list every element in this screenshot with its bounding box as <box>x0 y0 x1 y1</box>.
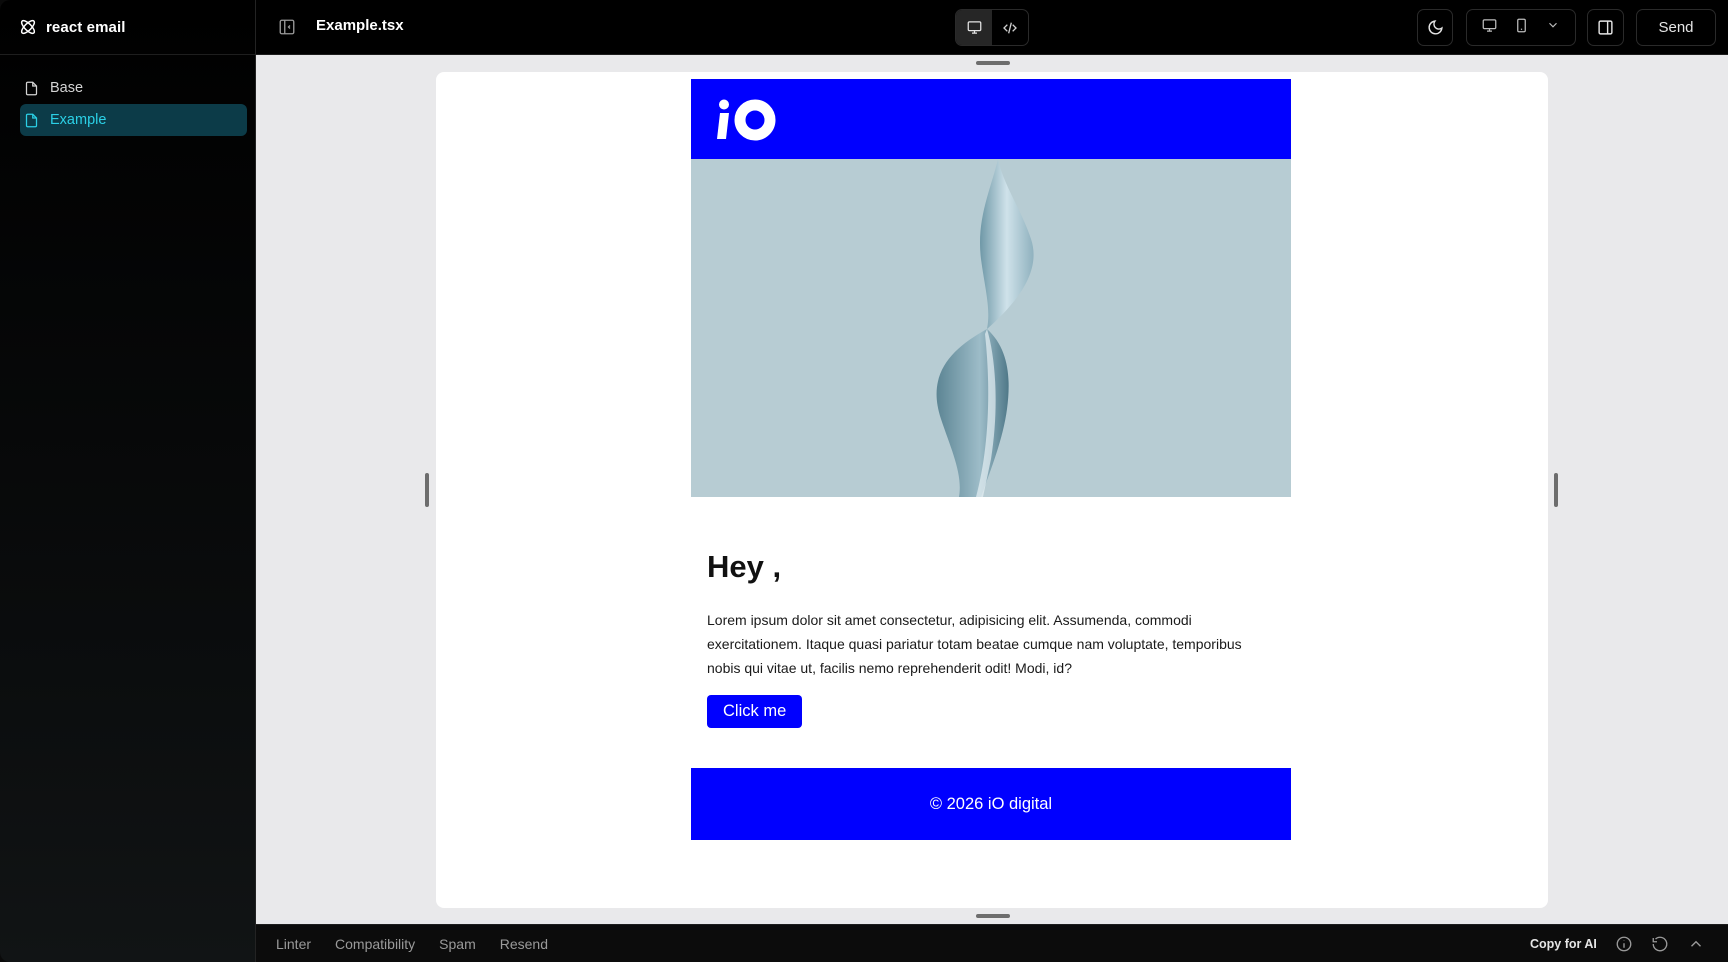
chevron-down-icon <box>1549 22 1558 28</box>
email-header <box>691 79 1291 159</box>
chevron-up-icon[interactable] <box>1687 935 1705 953</box>
preview-mode-button[interactable] <box>956 10 992 45</box>
email-body: Hey , Lorem ipsum dolor sit amet consect… <box>691 79 1291 840</box>
file-icon <box>25 113 38 127</box>
send-button[interactable]: Send <box>1636 9 1716 46</box>
click-me-button[interactable]: Click me <box>707 695 803 728</box>
mobile-view-button[interactable] <box>1514 18 1529 38</box>
toggle-panel-button[interactable] <box>1587 9 1624 46</box>
body-paragraph: Lorem ipsum dolor sit amet consectetur, … <box>707 612 1242 676</box>
sidebar-item-base[interactable]: Base <box>20 72 247 104</box>
code-mode-button[interactable] <box>992 10 1028 45</box>
monitor-icon <box>967 21 981 34</box>
device-selector <box>1466 9 1576 46</box>
file-icon <box>25 81 38 95</box>
greeting-heading: Hey , <box>707 549 782 584</box>
code-icon <box>1003 22 1017 33</box>
email-preview-frame: Hey , Lorem ipsum dolor sit amet consect… <box>436 72 1548 908</box>
abstract-sculpture-image <box>936 159 1034 497</box>
sidebar: react email Base Example <box>0 0 256 962</box>
email-footer: © 2026 iO digital <box>691 768 1291 840</box>
bottom-toolbar: Linter Compatibility Spam Resend Copy fo… <box>256 924 1728 962</box>
preview-canvas: Hey , Lorem ipsum dolor sit amet consect… <box>256 55 1728 924</box>
moon-icon <box>1428 20 1443 35</box>
copy-for-ai-button[interactable]: Copy for AI <box>1530 937 1597 951</box>
resize-handle-bottom[interactable] <box>976 914 1010 918</box>
monitor-icon <box>1482 18 1497 32</box>
brand-name: react email <box>46 18 126 36</box>
collapse-sidebar-button[interactable] <box>276 16 298 38</box>
tab-resend[interactable]: Resend <box>500 936 548 952</box>
view-mode-toggle <box>955 9 1029 46</box>
info-icon[interactable] <box>1615 935 1633 953</box>
topbar: Example.tsx Send <box>256 0 1728 55</box>
sidebar-item-label: Base <box>50 80 84 96</box>
template-list: Base Example <box>0 55 255 136</box>
sidebar-item-example[interactable]: Example <box>20 104 247 136</box>
sidebar-item-label: Example <box>50 112 107 128</box>
sidebar-collapse-icon <box>279 19 295 35</box>
resize-handle-left[interactable] <box>425 473 429 507</box>
tab-spam[interactable]: Spam <box>439 936 476 952</box>
email-content: Hey , Lorem ipsum dolor sit amet consect… <box>691 497 1291 728</box>
theme-toggle-button[interactable] <box>1417 9 1453 46</box>
react-email-logo-icon <box>20 19 36 35</box>
tab-linter[interactable]: Linter <box>276 936 311 952</box>
tab-compatibility[interactable]: Compatibility <box>335 936 415 952</box>
device-dropdown-button[interactable] <box>1546 18 1560 37</box>
file-title: Example.tsx <box>316 17 404 34</box>
refresh-icon[interactable] <box>1651 935 1669 953</box>
io-logo <box>717 99 776 141</box>
desktop-view-button[interactable] <box>1482 18 1497 38</box>
brand[interactable]: react email <box>0 0 255 55</box>
app-window: react email Base Example Example.tsx Sen… <box>0 0 1728 962</box>
smartphone-icon <box>1517 18 1526 32</box>
hero-image <box>691 159 1291 497</box>
bottom-tabs: Linter Compatibility Spam Resend <box>276 936 548 952</box>
panel-right-icon <box>1598 20 1613 35</box>
resize-handle-right[interactable] <box>1554 473 1558 507</box>
resize-handle-top[interactable] <box>976 61 1010 65</box>
